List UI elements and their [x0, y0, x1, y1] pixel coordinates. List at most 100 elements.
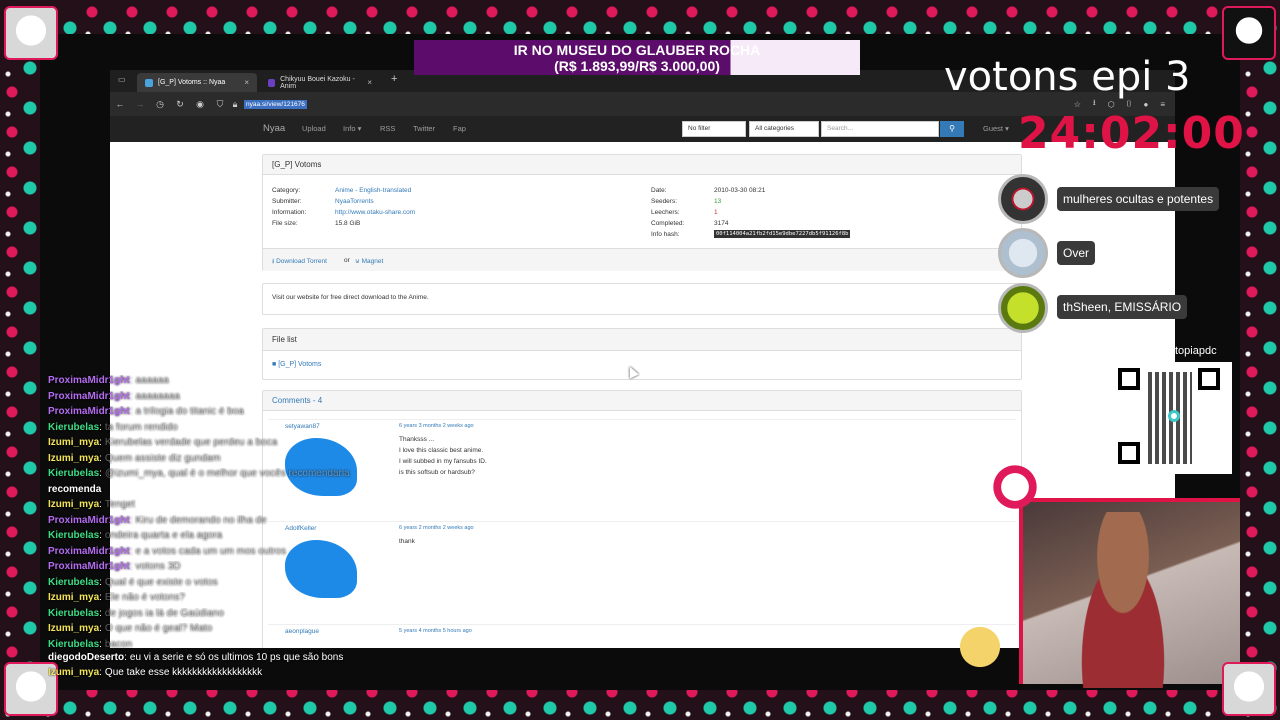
streamer-figure: [1063, 512, 1183, 688]
chat-message: Izumi_mya: Ele não é votons?: [48, 592, 408, 608]
corner-avatar: [4, 6, 58, 60]
corner-avatar: [1222, 662, 1276, 716]
category-label: Category:: [272, 187, 301, 194]
chat-username: recomenda: [48, 483, 102, 495]
chat-text: bacon: [104, 638, 133, 650]
chat-text: ta forum rendido: [104, 421, 178, 433]
tab-chikyuu[interactable]: Chikyuu Bouei Kazoku - Anim ×: [260, 73, 380, 92]
chat-message: ProximaMidr1ght: e a votos cada um um mos…: [48, 546, 408, 562]
information-label: Information:: [272, 209, 307, 216]
address-bar[interactable]: nyaa.si/view/121676: [244, 97, 384, 111]
chat-text: @izumi_mya, qual é o melhor que vocês re…: [104, 468, 350, 479]
chat-text: e a votos cada um um mos outros: [135, 545, 287, 557]
search-input[interactable]: Search...: [821, 121, 939, 137]
site-info-icon[interactable]: ◉: [190, 99, 210, 110]
submitter-value[interactable]: NyaaTorrents: [335, 198, 374, 205]
comment-date[interactable]: 6 years 2 months 2 weeks ago: [399, 525, 474, 531]
chat-separator: :: [129, 545, 133, 557]
new-tab-button[interactable]: +: [391, 73, 397, 85]
chat-username: Kierubelas: [48, 530, 100, 541]
information-value[interactable]: http://www.otaku-share.com: [335, 209, 415, 216]
folder-item[interactable]: ■ [G_P] Votoms: [272, 361, 321, 368]
filter-select[interactable]: No filter: [682, 121, 746, 137]
file-size-value: 15.8 GiB: [335, 220, 361, 227]
category-value[interactable]: Anime - English-translated: [335, 187, 411, 194]
chat-separator: :: [129, 561, 133, 572]
date-value: 2010-03-30 08:21: [714, 187, 766, 194]
panel-footer: ⭳ Download Torrent or ⊍ Magnet: [263, 248, 1021, 271]
reload-icon[interactable]: ↻: [170, 99, 190, 110]
chat-username: Izumi_mya: [48, 499, 100, 510]
or-text: or: [344, 257, 350, 264]
sidebar-toggle-icon[interactable]: ▭: [118, 75, 126, 84]
nav-info[interactable]: Info ▾: [343, 116, 361, 142]
comment-date[interactable]: 6 years 3 months 2 weeks ago: [399, 423, 474, 429]
chat-text: Quem assiste diz gundam: [104, 452, 221, 464]
chat-username: Izumi_mya: [48, 667, 100, 678]
back-icon[interactable]: ←: [110, 99, 130, 109]
chat-text: aaaaaaaa: [135, 390, 180, 402]
chat-username: Kierubelas: [48, 607, 100, 619]
chat-message: Kierubelas: ta forum rendido: [48, 422, 408, 438]
submitter-label: Submitter:: [272, 198, 302, 205]
chat-username: Izumi_mya: [48, 437, 100, 448]
leechers-value: 1: [714, 209, 718, 216]
livepix-link: livepix.gg/distopiapdc: [1112, 345, 1217, 357]
donation-goal-title: IR NO MUSEU DO GLAUBER ROCHA: [513, 42, 761, 58]
shield-icon[interactable]: ⛉: [210, 99, 230, 110]
chat-message: ProximaMidr1ght: Kiru de demorando no ilh…: [48, 515, 408, 531]
chat-separator: :: [124, 652, 127, 663]
chat-separator: :: [99, 530, 102, 541]
nav-fap[interactable]: Fap: [453, 116, 466, 142]
search-icon[interactable]: ⚲: [940, 121, 964, 137]
site-navbar: Nyaa Upload Info ▾ RSS Twitter Fap No fi…: [110, 116, 1175, 142]
download-torrent-link[interactable]: ⭳ Download Torrent: [272, 257, 327, 268]
category-select[interactable]: All categories: [749, 121, 819, 137]
chat-message: Izumi_mya: Tenget: [48, 499, 408, 515]
qr-code: [1112, 362, 1232, 474]
chat-username: Kierubelas: [48, 468, 100, 479]
chat-separator: :: [129, 406, 133, 417]
donation-goal-banner: IR NO MUSEU DO GLAUBER ROCHA (R$ 1.893,9…: [414, 40, 860, 75]
chat-separator: :: [129, 375, 133, 386]
chat-text: aaaaaa: [135, 375, 169, 386]
corner-avatar: [1222, 6, 1276, 60]
magnet-link[interactable]: ⊍ Magnet: [355, 257, 383, 265]
tab-nyaa[interactable]: [G_P] Votoms :: Nyaa ×: [137, 73, 257, 92]
qr-finder: [1118, 442, 1140, 464]
donation-goal-progress: (R$ 1.893,99/R$ 3.000,00): [554, 58, 720, 74]
site-brand[interactable]: Nyaa: [263, 116, 285, 142]
viewer-avatar: [998, 228, 1048, 278]
tab-close-icon[interactable]: ×: [367, 78, 372, 87]
guest-menu[interactable]: Guest ▾: [983, 116, 1009, 142]
forward-icon[interactable]: →: [130, 99, 150, 109]
chat-message: ProximaMidr1ght: aaaaaaaa: [48, 391, 408, 407]
tab-close-icon[interactable]: ×: [244, 78, 249, 87]
history-icon[interactable]: ◷: [150, 99, 170, 110]
torrent-info-panel: [G_P] Votoms Category: Anime - English-t…: [262, 154, 1022, 271]
comment-date[interactable]: 5 years 4 months 5 hours ago: [399, 628, 472, 634]
mascot-sticker: [985, 462, 1045, 512]
chat-separator: :: [129, 514, 133, 526]
comment-line: is this softsub or hardsub?: [399, 469, 475, 476]
tab-label: [G_P] Votoms :: Nyaa: [158, 79, 226, 86]
download-torrent-label: Download Torrent: [276, 258, 327, 265]
chat-text: Que take esse kkkkkkkkkkkkkkkkkk: [104, 667, 263, 678]
file-size-label: File size:: [272, 220, 298, 227]
info-hash-value[interactable]: 00f114004a21fb2fd15e9dbe7227db5f91126f8b: [714, 230, 851, 238]
url-text: nyaa.si/view/121676: [244, 99, 307, 109]
chat-text: votons 3D: [135, 561, 181, 572]
file-list-title: File list: [263, 329, 1021, 351]
nav-twitter[interactable]: Twitter: [413, 116, 435, 142]
chat-message: Izumi_mya: Quem assiste diz gundam: [48, 453, 408, 469]
chat-message: Kierubelas: Qual é que existe o votos: [48, 577, 408, 593]
cartoon-cat-sticker: [945, 612, 1015, 682]
chat-username: Izumi_mya: [48, 623, 100, 634]
nav-upload[interactable]: Upload: [302, 116, 326, 142]
chat-message: Izumi_mya: O que não é geal? Mato: [48, 623, 408, 639]
date-label: Date:: [651, 187, 667, 194]
chat-message: ProximaMidr1ght: votons 3D: [48, 561, 408, 577]
chat-username: Kierubelas: [48, 638, 100, 650]
nav-rss[interactable]: RSS: [380, 116, 395, 142]
chat-separator: :: [99, 468, 102, 479]
